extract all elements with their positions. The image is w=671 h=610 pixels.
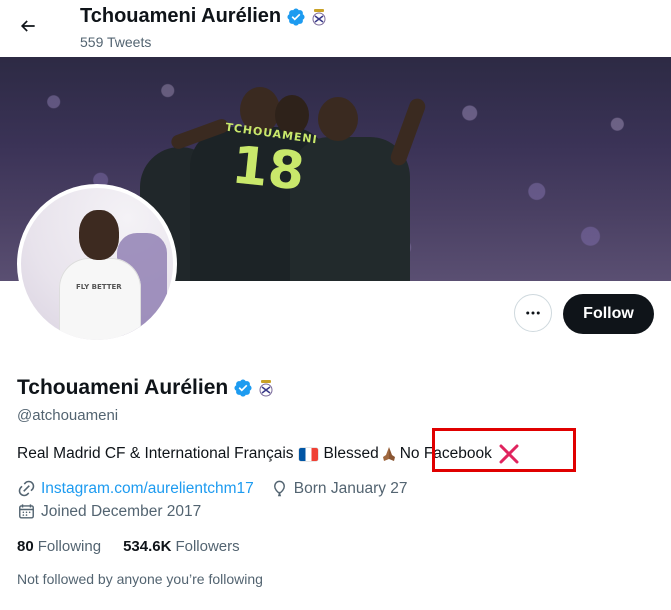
profile-joined-date: Joined December 2017 bbox=[41, 502, 202, 520]
followers-stat-link[interactable]: 534.6K Followers bbox=[123, 538, 240, 555]
more-options-button[interactable] bbox=[514, 294, 552, 332]
profile-website-link[interactable]: Instagram.com/aurelientchm17 bbox=[41, 480, 254, 498]
follow-button[interactable]: Follow bbox=[563, 294, 654, 334]
bio-text-club: Real Madrid CF & International Français bbox=[17, 445, 294, 462]
back-button[interactable] bbox=[10, 8, 46, 44]
follow-stats: 80 Following 534.6K Followers bbox=[17, 538, 262, 555]
followers-count: 534.6K bbox=[123, 538, 172, 555]
arrow-left-icon bbox=[20, 20, 35, 32]
balloon-icon bbox=[273, 480, 285, 497]
header-name: Tchouameni Aurélien bbox=[80, 5, 282, 27]
following-label: Following bbox=[37, 538, 102, 555]
link-icon bbox=[18, 480, 35, 497]
france-flag-icon bbox=[298, 447, 318, 461]
avatar-jersey bbox=[59, 258, 141, 340]
praying-hands-icon bbox=[382, 447, 395, 461]
following-count: 80 bbox=[17, 538, 34, 555]
profile-name-row: Tchouameni Aurélien bbox=[17, 376, 274, 400]
verified-badge-icon[interactable] bbox=[233, 378, 253, 398]
followed-by-note: Not followed by anyone you’re following bbox=[17, 571, 263, 587]
profile-meta-row-2: Joined December 2017 bbox=[17, 502, 201, 521]
profile-name: Tchouameni Aurélien bbox=[17, 376, 229, 399]
profile-header: Tchouameni Aurélien 559 Tweets bbox=[0, 0, 671, 57]
calendar-icon bbox=[19, 504, 34, 519]
banner-head bbox=[318, 97, 358, 141]
header-name-row: Tchouameni Aurélien bbox=[80, 5, 327, 28]
verified-badge-icon bbox=[287, 7, 305, 26]
banner-jersey-number: 18 bbox=[229, 135, 308, 203]
followers-label: Followers bbox=[175, 538, 240, 555]
bio-text-blessed: Blessed bbox=[323, 445, 379, 462]
profile-handle: @atchouameni bbox=[17, 407, 119, 424]
avatar[interactable]: FLY BETTER bbox=[17, 184, 177, 344]
avatar-jersey-text: FLY BETTER bbox=[76, 283, 122, 291]
real-madrid-crest-icon bbox=[312, 8, 326, 25]
tweet-count: 559 Tweets bbox=[80, 34, 152, 50]
avatar-photo: FLY BETTER bbox=[21, 188, 173, 340]
avatar-head bbox=[79, 210, 119, 260]
highlight-annotation-box bbox=[432, 428, 576, 472]
profile-meta-row-1: Instagram.com/aurelientchm17 Born Januar… bbox=[17, 479, 408, 498]
real-madrid-crest-icon bbox=[259, 380, 273, 397]
following-stat-link[interactable]: 80 Following bbox=[17, 538, 101, 555]
more-horizontal-icon bbox=[526, 311, 540, 315]
profile-birthday: Born January 27 bbox=[293, 479, 408, 497]
